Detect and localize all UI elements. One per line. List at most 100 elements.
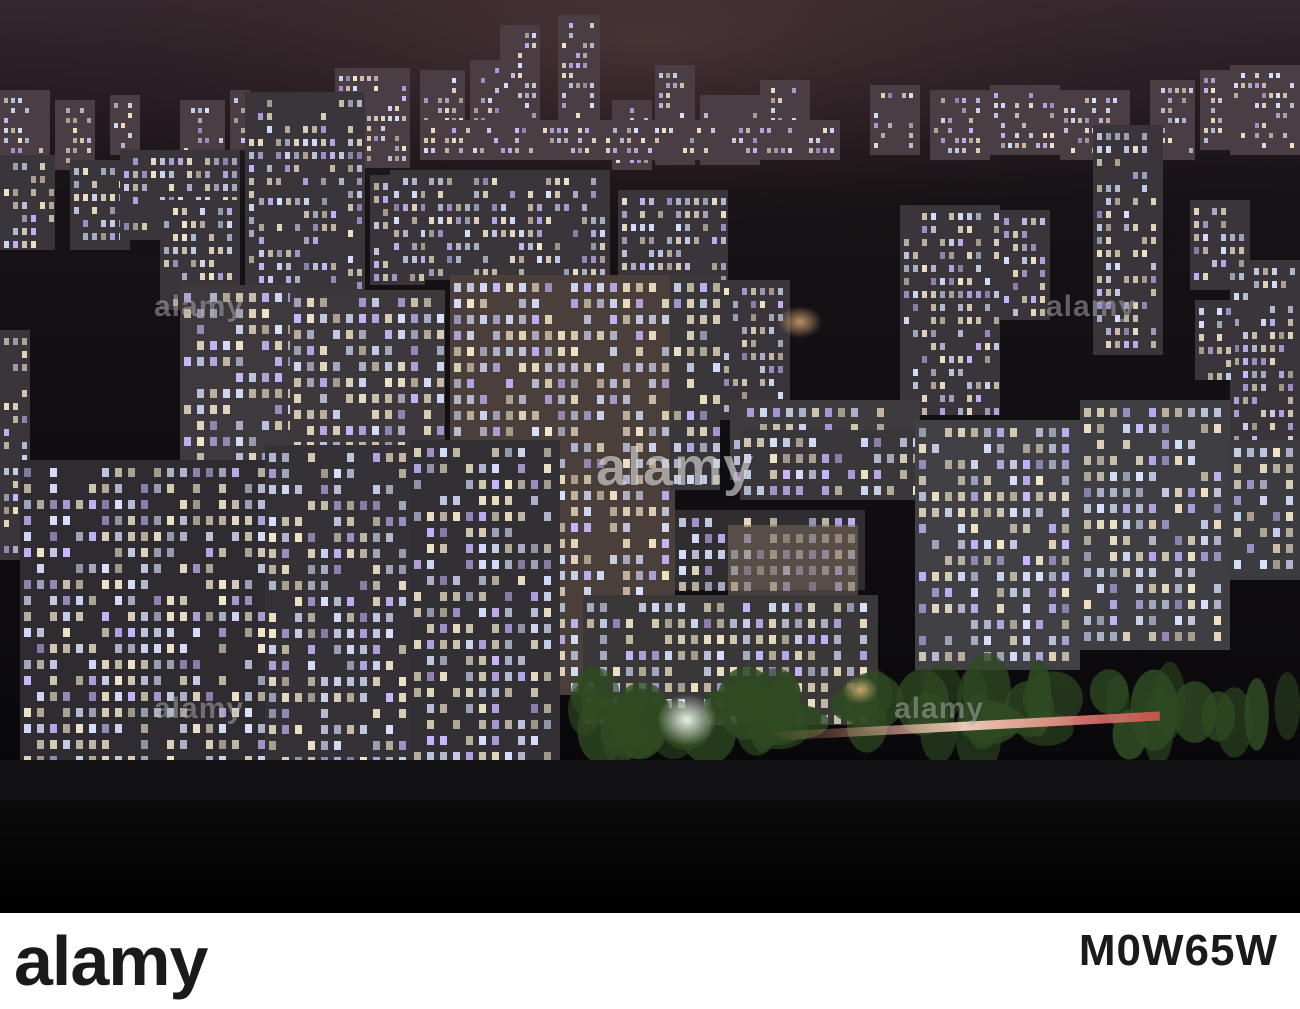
lit-window bbox=[357, 282, 362, 289]
lit-window bbox=[1162, 520, 1169, 529]
lit-window bbox=[1286, 544, 1293, 553]
lit-window bbox=[399, 501, 406, 510]
lit-window bbox=[623, 571, 630, 580]
lit-window bbox=[1263, 281, 1268, 288]
lit-window bbox=[102, 724, 109, 733]
lit-window bbox=[307, 426, 314, 435]
lit-window bbox=[733, 379, 738, 386]
lit-window bbox=[636, 347, 643, 356]
lit-window bbox=[582, 256, 587, 263]
lit-window bbox=[492, 640, 499, 649]
lit-window bbox=[821, 619, 828, 628]
lit-window bbox=[245, 548, 252, 557]
lit-window bbox=[1022, 218, 1027, 225]
lit-window bbox=[219, 516, 226, 525]
lit-window bbox=[223, 357, 230, 366]
lit-window bbox=[374, 183, 379, 190]
lit-window bbox=[492, 230, 497, 237]
lit-window bbox=[474, 217, 479, 224]
lit-window bbox=[569, 23, 573, 28]
lit-window bbox=[4, 189, 9, 196]
lit-window bbox=[788, 128, 792, 133]
lit-window bbox=[922, 408, 927, 415]
lit-window bbox=[1084, 536, 1091, 545]
lit-window bbox=[31, 215, 36, 222]
lit-window bbox=[597, 331, 604, 340]
lit-window bbox=[1062, 492, 1069, 501]
lit-window bbox=[958, 476, 965, 485]
lit-window bbox=[360, 645, 367, 654]
lit-window bbox=[821, 683, 828, 692]
lit-window bbox=[1290, 268, 1295, 275]
lit-window bbox=[1142, 276, 1147, 283]
lit-window bbox=[753, 148, 757, 153]
lit-window bbox=[584, 523, 591, 532]
lit-window bbox=[114, 123, 118, 128]
lit-window bbox=[1084, 520, 1091, 529]
lit-window bbox=[623, 523, 630, 532]
lit-window bbox=[399, 709, 406, 718]
lit-window bbox=[110, 233, 115, 240]
lit-window bbox=[360, 613, 367, 622]
lit-window bbox=[519, 299, 526, 308]
lit-window bbox=[49, 202, 54, 209]
lit-window bbox=[295, 224, 300, 231]
lit-window bbox=[89, 564, 96, 573]
lit-window bbox=[1151, 198, 1156, 205]
lit-window bbox=[372, 410, 379, 419]
lit-window bbox=[519, 283, 526, 292]
lit-window bbox=[333, 330, 340, 339]
lit-window bbox=[984, 492, 991, 501]
lit-window bbox=[795, 635, 802, 644]
lit-window bbox=[1106, 211, 1111, 218]
lit-window bbox=[1062, 572, 1069, 581]
lit-window bbox=[1084, 488, 1091, 497]
lit-window bbox=[275, 341, 282, 350]
lit-window bbox=[1230, 234, 1235, 241]
lit-window bbox=[303, 178, 308, 185]
lit-window bbox=[269, 581, 276, 590]
lit-window bbox=[492, 608, 499, 617]
lit-window bbox=[528, 243, 533, 250]
lit-window bbox=[505, 544, 512, 553]
lit-window bbox=[320, 394, 327, 403]
lit-window bbox=[275, 293, 282, 302]
lit-window bbox=[665, 619, 672, 628]
lit-window bbox=[37, 564, 44, 573]
lit-window bbox=[330, 165, 335, 172]
lit-window bbox=[834, 635, 841, 644]
lit-window bbox=[295, 276, 300, 283]
lit-window bbox=[128, 516, 135, 525]
lit-window bbox=[1136, 456, 1143, 465]
lit-window bbox=[1188, 616, 1195, 625]
lit-window bbox=[13, 468, 18, 475]
lit-window bbox=[519, 395, 526, 404]
lit-window bbox=[585, 128, 589, 133]
lit-window bbox=[1149, 456, 1156, 465]
lit-window bbox=[321, 485, 328, 494]
lit-window bbox=[1123, 424, 1130, 433]
lit-window bbox=[562, 43, 566, 48]
lit-window bbox=[673, 73, 677, 78]
lit-window bbox=[1204, 138, 1208, 143]
lit-window bbox=[724, 288, 729, 295]
lit-window bbox=[958, 540, 965, 549]
lit-window bbox=[187, 171, 192, 178]
lit-window bbox=[1214, 632, 1221, 641]
lit-window bbox=[282, 661, 289, 670]
lit-window bbox=[347, 613, 354, 622]
lit-window bbox=[232, 612, 239, 621]
lit-window bbox=[739, 128, 743, 133]
lit-window bbox=[424, 298, 431, 307]
lit-window bbox=[760, 408, 767, 417]
lit-window bbox=[440, 496, 447, 505]
lit-window bbox=[4, 546, 9, 553]
lit-window bbox=[386, 629, 393, 638]
lit-window bbox=[742, 353, 747, 360]
lit-window bbox=[623, 315, 630, 324]
lit-window bbox=[584, 555, 591, 564]
lit-window bbox=[532, 363, 539, 372]
lit-window bbox=[1040, 296, 1045, 303]
lit-window bbox=[976, 382, 981, 389]
lit-window bbox=[532, 379, 539, 388]
